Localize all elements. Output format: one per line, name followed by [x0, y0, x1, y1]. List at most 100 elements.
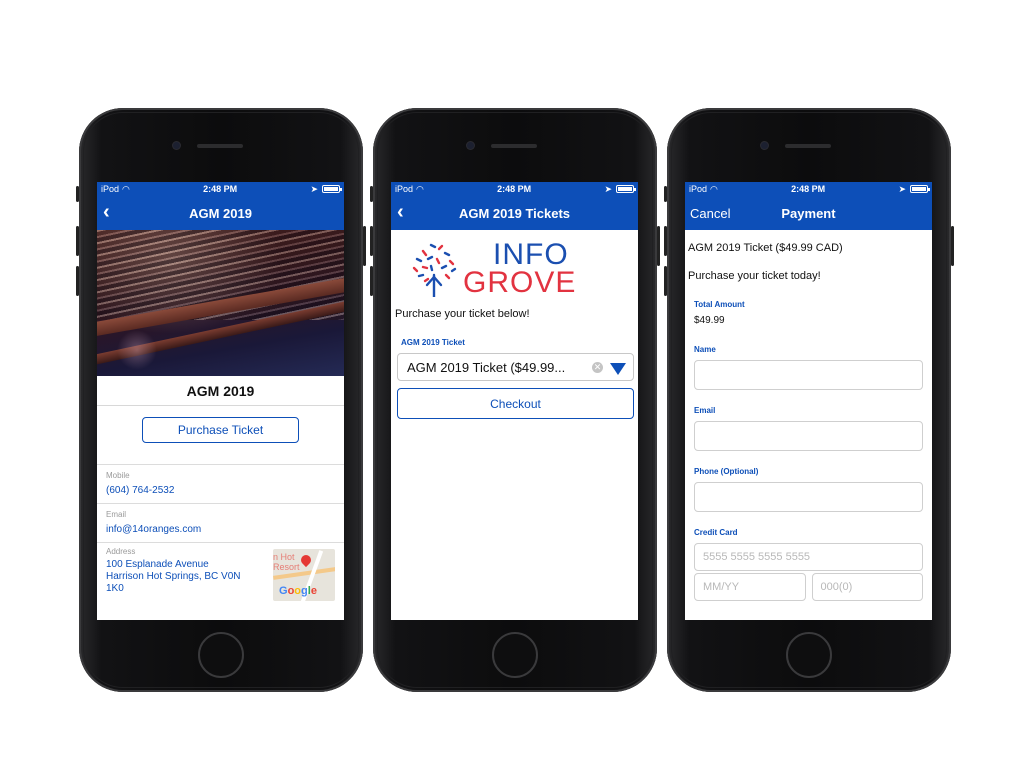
- mute-switch: [664, 186, 667, 202]
- nav-bar: ‹ AGM 2019: [97, 196, 344, 230]
- back-chevron-icon[interactable]: ‹: [103, 201, 110, 223]
- event-details-screen: iPod ◠ 2:48 PM ➤ ‹ AGM 2019 AGM 2019 Purc…: [97, 182, 344, 620]
- map-label-line: n Hot: [273, 552, 295, 562]
- email-label: Email: [106, 510, 127, 519]
- front-camera: [173, 142, 180, 149]
- mobile-link[interactable]: (604) 764-2532: [106, 485, 335, 497]
- total-amount-value: $49.99: [694, 315, 725, 326]
- mute-switch: [370, 186, 373, 202]
- map-thumbnail[interactable]: n Hot Resort Google: [273, 549, 335, 601]
- home-button: [492, 632, 538, 678]
- payment-screen: iPod ◠ 2:48 PM ➤ Cancel Payment AGM 2019 …: [685, 182, 932, 620]
- nav-title: AGM 2019 Tickets: [458, 205, 571, 221]
- earpiece-speaker: [197, 144, 243, 148]
- power-button: [363, 226, 366, 266]
- wifi-icon: ◠: [710, 183, 718, 194]
- power-button: [657, 226, 660, 266]
- checkout-button[interactable]: Checkout: [397, 388, 634, 419]
- tickets-screen: iPod ◠ 2:48 PM ➤ ‹ AGM 2019 Tickets INFO…: [391, 182, 638, 620]
- tagline: Purchase your ticket today!: [688, 270, 821, 282]
- map-pin-icon: [298, 552, 314, 568]
- purchase-ticket-button[interactable]: Purchase Ticket: [142, 417, 299, 443]
- address-line-2[interactable]: Harrison Hot Springs, BC V0N: [106, 571, 241, 583]
- address-row: Address 100 Esplanade Avenue Harrison Ho…: [97, 543, 344, 601]
- earpiece-speaker: [491, 144, 537, 148]
- wifi-icon: ◠: [122, 183, 130, 194]
- email-label: Email: [694, 406, 716, 415]
- logo-word-info: INFO: [493, 238, 569, 271]
- google-logo: Google: [279, 585, 317, 597]
- tree-logo-icon: [412, 243, 457, 297]
- intro-text: Purchase your ticket below!: [395, 308, 530, 320]
- email-row: Email info@14oranges.com: [97, 504, 344, 543]
- logo-wordmark: INFO GROVE: [463, 238, 577, 299]
- dropdown-caret-icon[interactable]: [610, 363, 626, 375]
- cvc-field[interactable]: 000(0): [811, 573, 923, 601]
- battery-icon: [322, 185, 342, 193]
- address-label: Address: [106, 547, 136, 556]
- front-camera: [467, 142, 474, 149]
- carrier-label: iPod: [689, 184, 708, 194]
- stage-light: [117, 330, 157, 370]
- expiry-field[interactable]: MM/YY: [694, 573, 806, 601]
- clock: 2:48 PM: [791, 184, 826, 194]
- address-line-1[interactable]: 100 Esplanade Avenue: [106, 559, 241, 571]
- home-button: [198, 632, 244, 678]
- ticket-select-value: AGM 2019 Ticket ($49.99...: [407, 359, 566, 375]
- map-label: n Hot Resort: [273, 552, 300, 572]
- nav-bar: ‹ AGM 2019 Tickets: [391, 196, 638, 230]
- map-label-line: Resort: [273, 562, 300, 572]
- event-hero-image: [97, 230, 344, 376]
- volume-down-button: [370, 266, 373, 296]
- total-amount-label: Total Amount: [694, 300, 745, 309]
- ticket-summary: AGM 2019 Ticket ($49.99 CAD): [688, 242, 843, 254]
- volume-down-button: [664, 266, 667, 296]
- credit-card-label: Credit Card: [694, 528, 738, 537]
- email-link[interactable]: info@14oranges.com: [106, 524, 335, 536]
- location-arrow-icon: ➤: [898, 183, 906, 194]
- info-grove-logo: INFO GROVE: [391, 230, 638, 308]
- volume-up-button: [76, 226, 79, 256]
- cancel-button[interactable]: Cancel: [690, 206, 730, 221]
- address-line-3[interactable]: 1K0: [106, 583, 241, 595]
- nav-bar: Cancel Payment: [685, 196, 932, 230]
- battery-icon: [616, 185, 636, 193]
- phone-tickets: iPod ◠ 2:48 PM ➤ ‹ AGM 2019 Tickets INFO…: [370, 108, 660, 692]
- location-arrow-icon: ➤: [604, 183, 612, 194]
- wifi-icon: ◠: [416, 183, 424, 194]
- phone-event-details: iPod ◠ 2:48 PM ➤ ‹ AGM 2019 AGM 2019 Purc…: [76, 108, 366, 692]
- mobile-row: Mobile (604) 764-2532: [97, 465, 344, 504]
- home-button: [786, 632, 832, 678]
- name-field[interactable]: [694, 360, 923, 390]
- card-number-field[interactable]: 5555 5555 5555 5555: [694, 543, 923, 571]
- phone-field[interactable]: [694, 482, 923, 512]
- carrier-label: iPod: [395, 184, 414, 194]
- email-field[interactable]: [694, 421, 923, 451]
- nav-title: AGM 2019: [189, 205, 252, 221]
- carrier-label: iPod: [101, 184, 120, 194]
- ticket-label: AGM 2019 Ticket: [401, 338, 465, 347]
- logo-word-grove: GROVE: [463, 266, 577, 299]
- earpiece-speaker: [785, 144, 831, 148]
- power-button: [951, 226, 954, 266]
- status-bar: iPod ◠ 2:48 PM ➤: [391, 182, 638, 196]
- status-bar: iPod ◠ 2:48 PM ➤: [685, 182, 932, 196]
- event-title: AGM 2019: [97, 376, 344, 406]
- phone-label: Phone (Optional): [694, 467, 759, 476]
- front-camera: [761, 142, 768, 149]
- ticket-select[interactable]: AGM 2019 Ticket ($49.99... ✕: [397, 353, 634, 381]
- volume-up-button: [370, 226, 373, 256]
- card-details-row: MM/YY 000(0): [694, 573, 923, 601]
- mute-switch: [76, 186, 79, 202]
- back-chevron-icon[interactable]: ‹: [397, 201, 404, 223]
- battery-icon: [910, 185, 930, 193]
- status-bar: iPod ◠ 2:48 PM ➤: [97, 182, 344, 196]
- nav-title: Payment: [781, 205, 836, 221]
- clear-icon[interactable]: ✕: [592, 362, 603, 373]
- phone-payment: iPod ◠ 2:48 PM ➤ Cancel Payment AGM 2019 …: [664, 108, 954, 692]
- mobile-label: Mobile: [106, 471, 130, 480]
- volume-down-button: [76, 266, 79, 296]
- clock: 2:48 PM: [203, 184, 238, 194]
- volume-up-button: [664, 226, 667, 256]
- name-label: Name: [694, 345, 716, 354]
